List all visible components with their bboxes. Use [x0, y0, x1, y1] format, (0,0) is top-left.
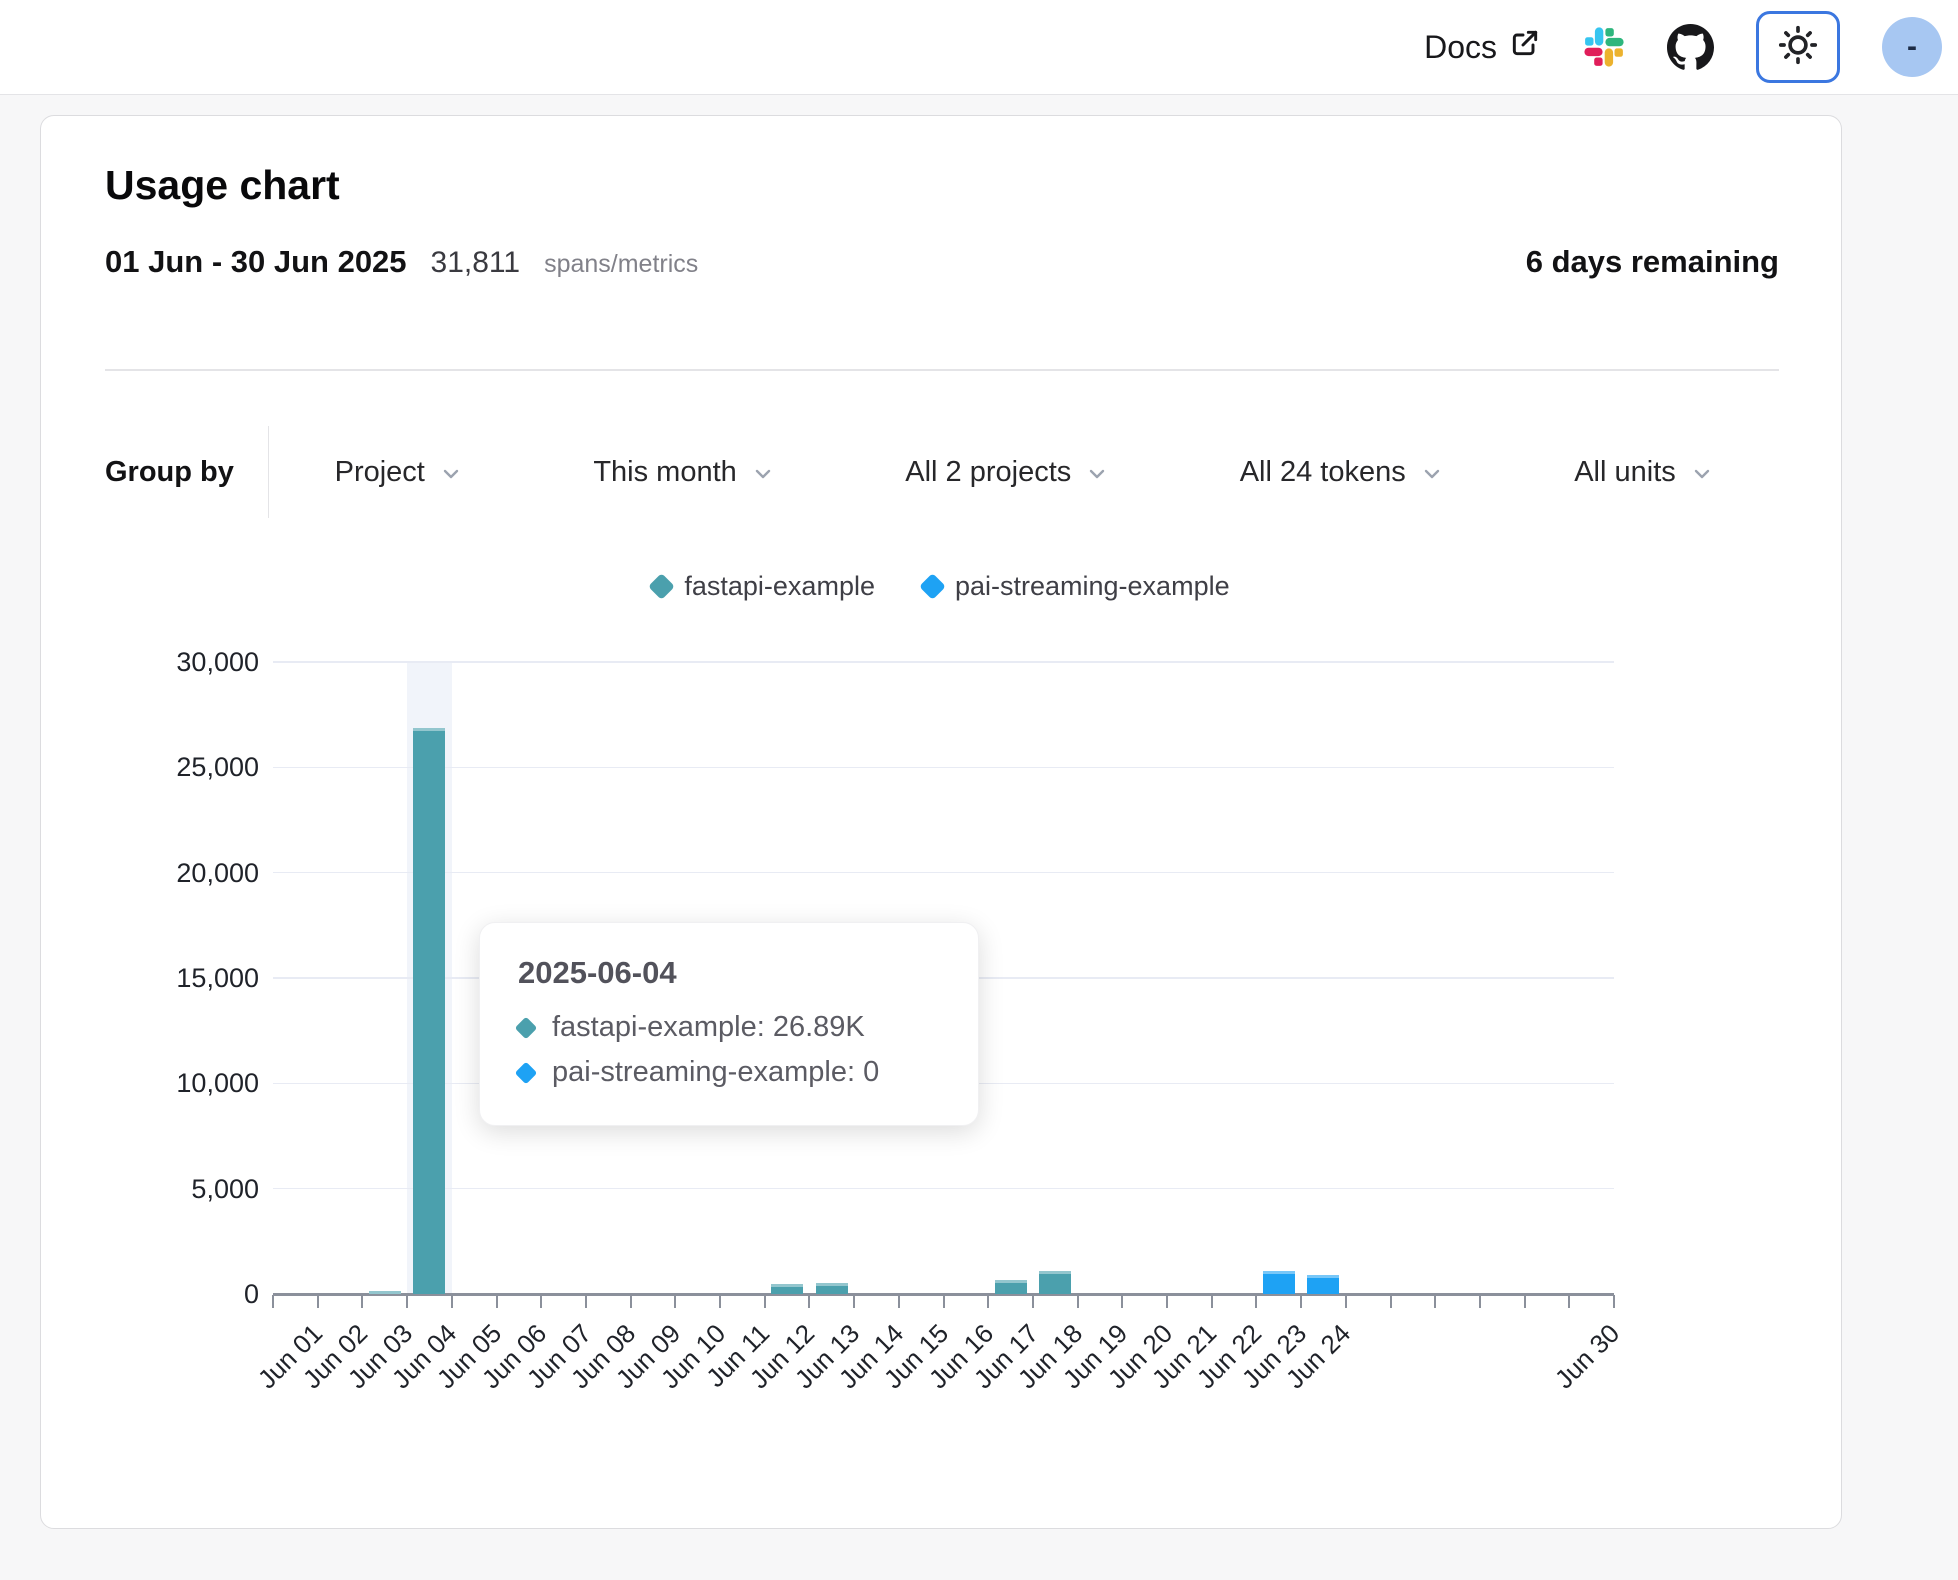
- x-axis-tick: [943, 1295, 945, 1308]
- x-axis-tick: [853, 1295, 855, 1308]
- x-axis-tick: [1524, 1295, 1526, 1308]
- x-axis-tick: [585, 1295, 587, 1308]
- tooltip-date: 2025-06-04: [518, 955, 938, 991]
- x-axis-tick: [719, 1295, 721, 1308]
- x-axis-tick: [361, 1295, 363, 1308]
- usage-card: Usage chart 01 Jun - 30 Jun 2025 31,811 …: [40, 115, 1842, 1529]
- docs-link[interactable]: Docs: [1424, 27, 1541, 67]
- x-axis-tick: [317, 1295, 319, 1308]
- bar-jun-03-fastapi-example[interactable]: [369, 1291, 401, 1294]
- bar-jun-13-fastapi-example[interactable]: [816, 1283, 848, 1294]
- diamond-icon: [515, 1016, 538, 1039]
- bar-jun-24-pai-streaming-example[interactable]: [1307, 1275, 1339, 1294]
- x-axis-tick: [451, 1295, 453, 1308]
- docs-link-label: Docs: [1424, 29, 1497, 66]
- x-axis-tick: [1211, 1295, 1213, 1308]
- x-axis-label: Jun 30: [1548, 1318, 1625, 1395]
- x-axis-tick: [1568, 1295, 1570, 1308]
- y-axis-tick-label: 30,000: [59, 645, 259, 679]
- gridline: [273, 1188, 1614, 1190]
- y-axis-tick-label: 20,000: [59, 856, 259, 890]
- y-axis-tick-label: 5,000: [59, 1172, 259, 1206]
- x-axis-tick: [987, 1295, 989, 1308]
- x-axis-tick: [630, 1295, 632, 1308]
- y-axis-tick-label: 10,000: [59, 1066, 259, 1100]
- diamond-icon: [515, 1061, 538, 1084]
- y-axis-tick-label: 25,000: [59, 750, 259, 784]
- gridline: [273, 767, 1614, 769]
- external-link-icon: [1509, 27, 1541, 67]
- x-axis-tick: [1479, 1295, 1481, 1308]
- sun-icon: [1776, 23, 1820, 72]
- bar-jun-04-fastapi-example[interactable]: [413, 728, 445, 1294]
- x-axis-tick: [496, 1295, 498, 1308]
- tooltip-row: pai-streaming-example: 0: [518, 1056, 938, 1089]
- usage-bar-chart: 0 5,000 10,000 15,000 20,000 25,000 30,000 Jun …: [41, 116, 1841, 1528]
- x-axis-tick: [1390, 1295, 1392, 1308]
- tooltip-row-text: fastapi-example: 26.89K: [552, 1011, 865, 1044]
- x-axis-tick: [674, 1295, 676, 1308]
- x-axis-tick: [1613, 1295, 1615, 1308]
- x-axis-tick: [540, 1295, 542, 1308]
- x-axis-tick: [1345, 1295, 1347, 1308]
- x-axis-tick: [1300, 1295, 1302, 1308]
- x-axis-tick: [272, 1295, 274, 1308]
- tooltip-row: fastapi-example: 26.89K: [518, 1011, 938, 1044]
- y-axis-tick-label: 15,000: [59, 961, 259, 995]
- avatar-label: -: [1907, 30, 1917, 64]
- github-icon[interactable]: [1667, 24, 1714, 71]
- bar-jun-23-pai-streaming-example[interactable]: [1263, 1271, 1295, 1294]
- x-axis-tick: [406, 1295, 408, 1308]
- slack-icon[interactable]: [1583, 26, 1625, 68]
- chart-tooltip: 2025-06-04 fastapi-example: 26.89K pai-s…: [479, 922, 979, 1126]
- tooltip-row-text: pai-streaming-example: 0: [552, 1056, 879, 1089]
- x-axis-tick: [1255, 1295, 1257, 1308]
- gridline: [273, 661, 1614, 663]
- x-axis-tick: [898, 1295, 900, 1308]
- x-axis-tick: [1166, 1295, 1168, 1308]
- x-axis-tick: [1121, 1295, 1123, 1308]
- gridline: [273, 872, 1614, 874]
- bar-jun-12-fastapi-example[interactable]: [771, 1284, 803, 1294]
- avatar[interactable]: -: [1882, 17, 1942, 77]
- y-axis-tick-label: 0: [59, 1277, 259, 1311]
- bar-jun-17-fastapi-example[interactable]: [995, 1280, 1027, 1294]
- x-axis-tick: [1032, 1295, 1034, 1308]
- bar-jun-18-fastapi-example[interactable]: [1039, 1271, 1071, 1294]
- theme-toggle-button[interactable]: [1756, 11, 1840, 83]
- x-axis-tick: [808, 1295, 810, 1308]
- top-bar: Docs: [0, 0, 1958, 95]
- x-axis-tick: [1077, 1295, 1079, 1308]
- x-axis-tick: [1434, 1295, 1436, 1308]
- x-axis-tick: [764, 1295, 766, 1308]
